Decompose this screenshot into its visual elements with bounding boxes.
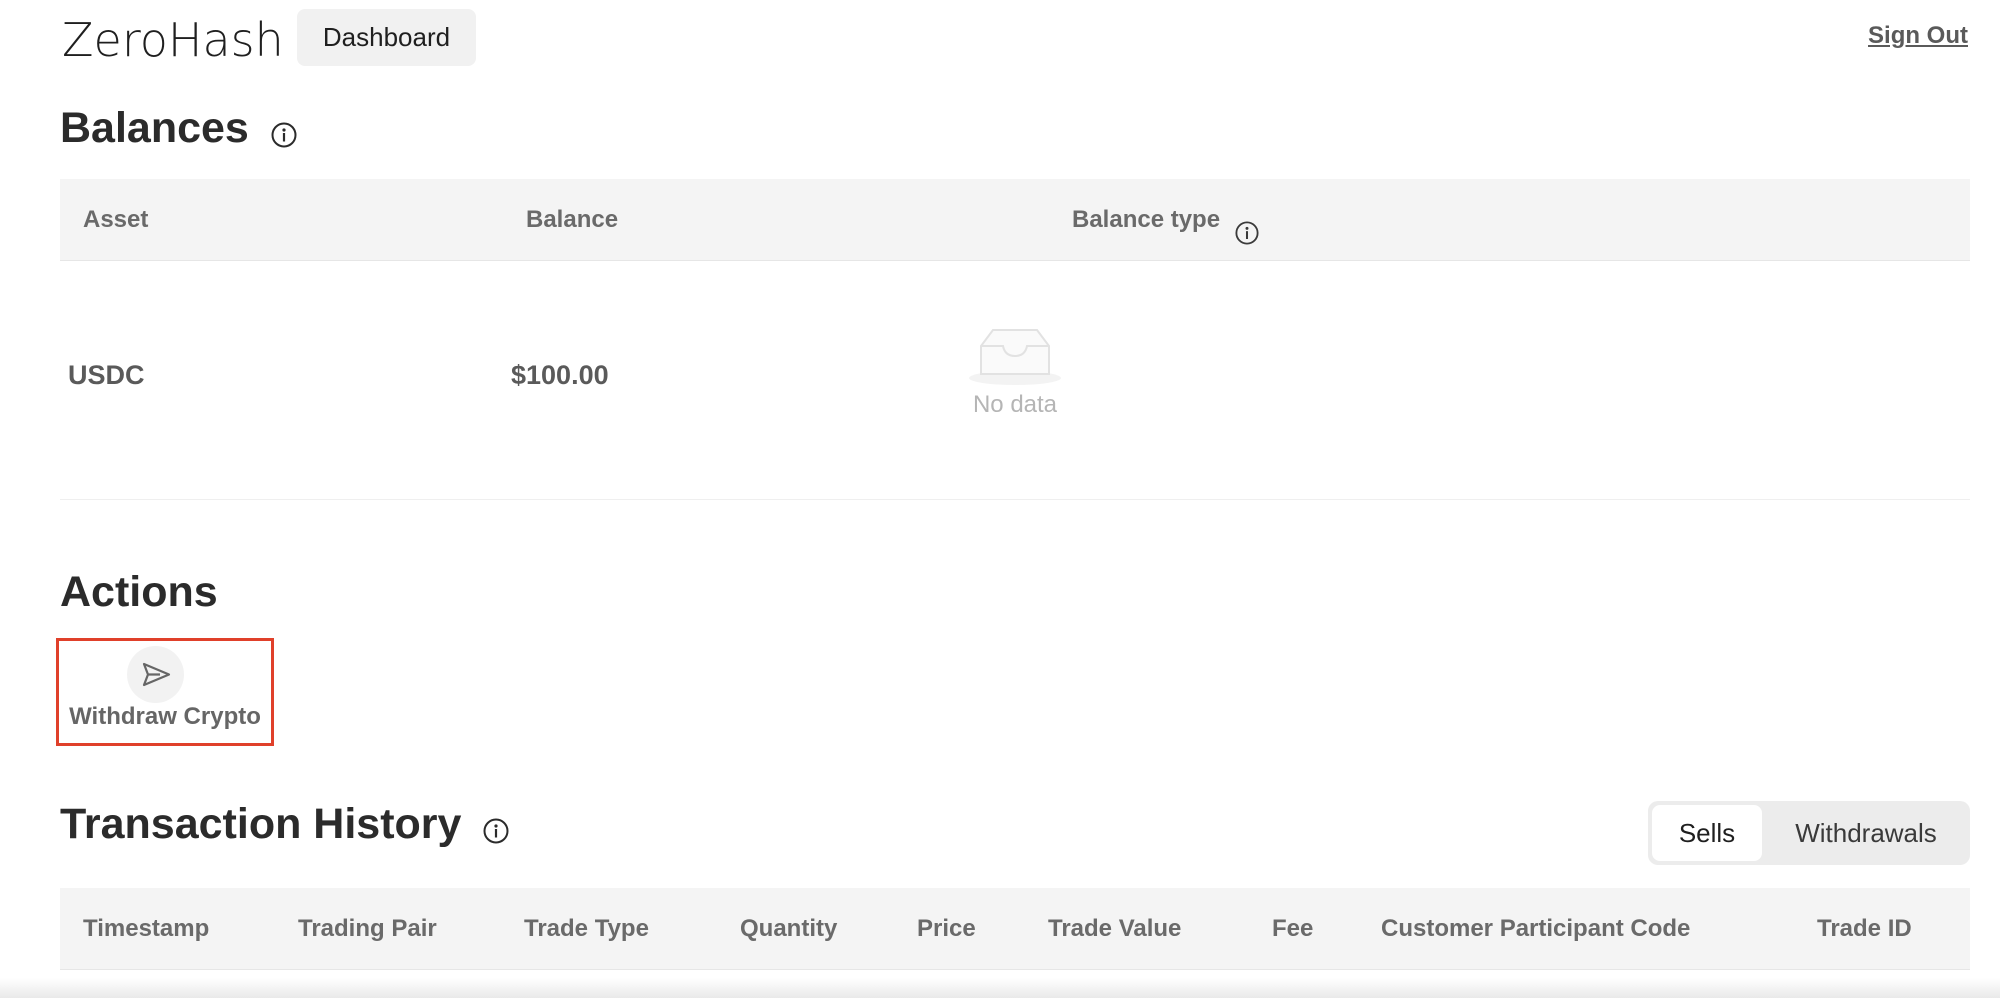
column-header-balance-type-label: Balance type — [1072, 206, 1221, 233]
column-header-trade-id: Trade ID — [1817, 915, 1912, 942]
table-row: USDC $100.00 — [60, 261, 1970, 390]
column-header-balance: Balance — [526, 206, 619, 233]
transaction-history-table: Timestamp Trading Pair Trade Type Quanti… — [60, 888, 1970, 970]
column-header-balance-type: Balance type — [1072, 179, 1259, 261]
info-icon[interactable] — [271, 110, 297, 148]
column-header-fee: Fee — [1272, 915, 1314, 942]
transaction-history-title: Transaction History — [60, 800, 509, 849]
tab-sells[interactable]: Sells — [1652, 805, 1762, 861]
top-header: ZeroHash Dashboard Sign Out — [0, 0, 2000, 75]
bottom-shadow — [0, 978, 2000, 998]
empty-state-label: No data — [972, 391, 1058, 418]
transaction-table-header: Timestamp Trading Pair Trade Type Quanti… — [60, 888, 1970, 970]
column-header-trading-pair: Trading Pair — [298, 915, 437, 942]
balances-table: Asset Balance Balance type USDC $100.00 — [60, 179, 1970, 390]
info-icon[interactable] — [1235, 197, 1259, 245]
column-header-timestamp: Timestamp — [83, 915, 210, 942]
nav-dashboard-button[interactable]: Dashboard — [297, 9, 476, 66]
column-header-quantity: Quantity — [740, 915, 838, 942]
sign-out-link[interactable]: Sign Out — [1868, 22, 1968, 50]
balances-title-text: Balances — [60, 104, 249, 152]
balances-table-header: Asset Balance Balance type — [60, 179, 1970, 261]
column-header-trade-value: Trade Value — [1048, 915, 1182, 942]
column-header-price: Price — [917, 915, 976, 942]
column-header-trade-type: Trade Type — [524, 915, 649, 942]
tab-withdrawals[interactable]: Withdrawals — [1766, 805, 1966, 861]
column-header-asset: Asset — [83, 206, 149, 233]
divider — [60, 499, 1970, 500]
empty-state: No data — [60, 326, 1970, 419]
column-header-customer-participant-code: Customer Participant Code — [1381, 915, 1691, 942]
actions-title: Actions — [60, 568, 218, 616]
transaction-type-toggle: Sells Withdrawals — [1648, 801, 1970, 865]
send-icon — [127, 646, 184, 703]
withdraw-crypto-button[interactable]: Withdraw Crypto — [56, 638, 274, 746]
zerohash-logo[interactable]: ZeroHash — [62, 12, 284, 68]
withdraw-crypto-label: Withdraw Crypto — [69, 703, 261, 730]
balances-title: Balances — [60, 104, 297, 153]
empty-inbox-icon — [969, 329, 1061, 385]
transaction-history-title-text: Transaction History — [60, 800, 462, 848]
info-icon[interactable] — [483, 806, 509, 844]
